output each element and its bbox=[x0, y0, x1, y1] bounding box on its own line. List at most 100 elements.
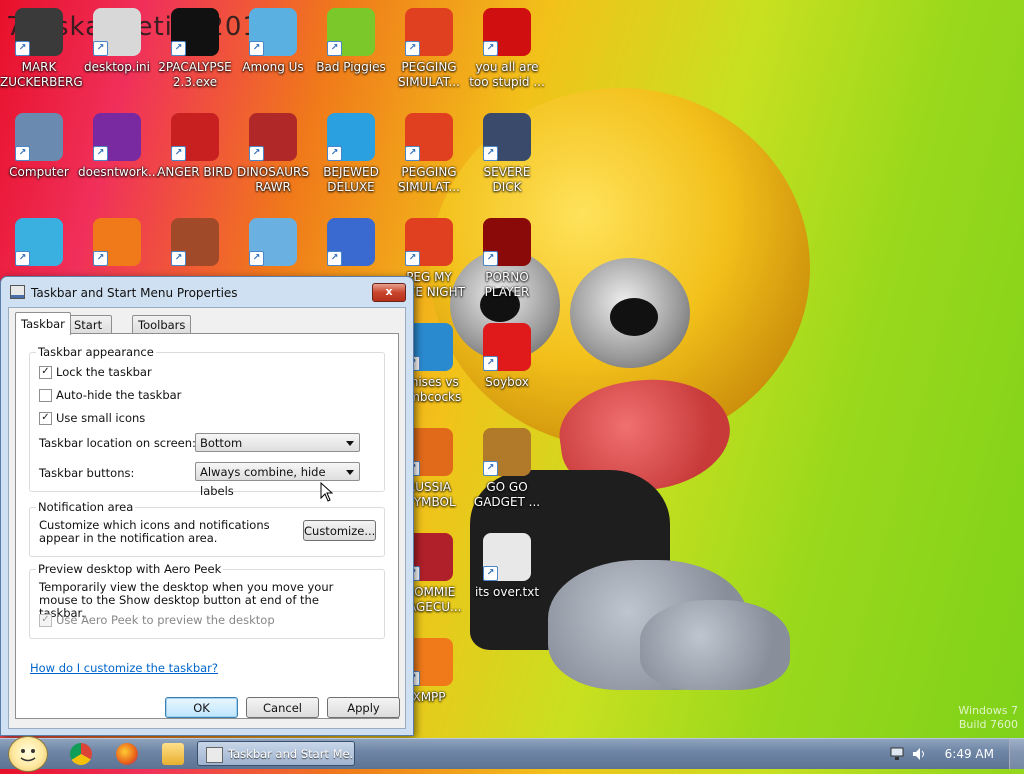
apply-button[interactable]: Apply bbox=[327, 697, 400, 718]
text-file-icon: ↗ bbox=[483, 533, 531, 581]
shortcut-arrow-icon: ↗ bbox=[405, 146, 420, 161]
desktop-icon[interactable]: ↗ bbox=[234, 218, 312, 270]
shortcut-arrow-icon: ↗ bbox=[249, 41, 264, 56]
chrome-icon[interactable] bbox=[70, 743, 92, 765]
gem-icon: ↗ bbox=[327, 113, 375, 161]
tab-toolbars[interactable]: Toolbars bbox=[132, 315, 192, 334]
desktop-icon[interactable]: ↗ BEJEWED DELUXE bbox=[312, 113, 390, 195]
shortcut-arrow-icon: ↗ bbox=[483, 146, 498, 161]
desktop-icon-label: you all are too stupid ... bbox=[469, 60, 545, 89]
desktop-icon[interactable]: ↗ bbox=[78, 218, 156, 270]
start-button[interactable] bbox=[8, 736, 48, 772]
folder-icon[interactable] bbox=[162, 743, 184, 765]
angry-bird-icon: ↗ bbox=[171, 113, 219, 161]
desktop-icon[interactable]: ↗ Among Us bbox=[234, 8, 312, 75]
yahoo-icon: ↗ bbox=[93, 113, 141, 161]
clock[interactable]: 6:49 AM bbox=[945, 747, 994, 761]
shortcut-arrow-icon: ↗ bbox=[483, 461, 498, 476]
desktop-icon[interactable]: ↗ ANGER BIRD bbox=[156, 113, 234, 180]
settings-file-icon: ↗ bbox=[93, 8, 141, 56]
network-icon[interactable] bbox=[890, 747, 904, 761]
desktop-icon-label: SEVERE DICK bbox=[483, 165, 531, 194]
desktop-icon[interactable]: ↗ Bad Piggies bbox=[312, 8, 390, 75]
smiley-shoe-right bbox=[640, 600, 790, 690]
taskbar-properties-icon bbox=[10, 285, 25, 299]
desktop-icon[interactable]: ↗ DINOSAURS RAWR bbox=[234, 113, 312, 195]
taskbar-properties-icon bbox=[206, 747, 223, 763]
firefox-icon: ↗ bbox=[93, 218, 141, 266]
lock-taskbar-row[interactable]: ✓ Lock the taskbar bbox=[39, 365, 152, 379]
shortcut-arrow-icon: ↗ bbox=[171, 146, 186, 161]
desktop-icon[interactable]: ↗ doesntwork... bbox=[78, 113, 159, 180]
peggle-icon: ↗ bbox=[405, 113, 453, 161]
task-label: Taskbar and Start Me... bbox=[228, 747, 355, 761]
soybox-icon: ↗ bbox=[483, 323, 531, 371]
desktop-icon-label: its over.txt bbox=[474, 585, 540, 599]
shortcut-arrow-icon: ↗ bbox=[405, 251, 420, 266]
mouse-cursor-icon bbox=[320, 482, 334, 502]
shortcut-arrow-icon: ↗ bbox=[405, 41, 420, 56]
shortcut-arrow-icon: ↗ bbox=[327, 41, 342, 56]
desktop-icon[interactable]: ↗ SEVERE DICK bbox=[468, 113, 546, 195]
tab-start-menu[interactable]: Start Menu bbox=[68, 315, 112, 350]
group-label: Notification area bbox=[36, 500, 136, 514]
autohide-taskbar-row[interactable]: Auto-hide the taskbar bbox=[39, 388, 181, 402]
desktop-icon[interactable]: ↗ PEGGING SIMULAT... bbox=[390, 113, 468, 195]
firefox-icon[interactable] bbox=[116, 743, 138, 765]
desktop-icon[interactable]: ↗ bbox=[0, 218, 78, 270]
dialog-client-area: Taskbar Start Menu Toolbars Taskbar appe… bbox=[8, 307, 406, 729]
person-icon: ↗ bbox=[15, 8, 63, 56]
computer-icon: ↗ bbox=[15, 113, 63, 161]
shortcut-arrow-icon: ↗ bbox=[93, 41, 108, 56]
shortcut-arrow-icon: ↗ bbox=[93, 251, 108, 266]
windows-watermark: Windows 7 Build 7600 bbox=[958, 704, 1018, 731]
sd-icon: ↗ bbox=[483, 113, 531, 161]
lock-taskbar-checkbox[interactable]: ✓ bbox=[39, 365, 52, 379]
show-desktop-button[interactable] bbox=[1009, 739, 1024, 769]
desktop-icon[interactable]: ↗ its over.txt bbox=[468, 533, 546, 600]
taskbar-location-value: Bottom bbox=[200, 436, 243, 450]
desktop-icon[interactable]: ↗ MARK ZUCKERBERG bbox=[0, 8, 83, 90]
desktop-icon[interactable]: ↗ Computer bbox=[0, 113, 78, 180]
desktop-icon-label: 2PACALYPSE 2.3.exe bbox=[158, 60, 232, 89]
devcpp-icon: ↗ bbox=[483, 8, 531, 56]
help-link[interactable]: How do I customize the taskbar? bbox=[30, 661, 218, 675]
desktop-icon-label: Computer bbox=[9, 165, 69, 179]
lock-taskbar-label: Lock the taskbar bbox=[56, 365, 152, 379]
desktop-icon[interactable]: ↗ PORNO PLAYER bbox=[468, 218, 546, 300]
desktop-icon[interactable]: ↗ Soybox bbox=[468, 323, 546, 390]
close-button[interactable]: x bbox=[372, 283, 406, 302]
customize-button[interactable]: Customize... bbox=[303, 520, 376, 541]
dialog-title: Taskbar and Start Menu Properties bbox=[31, 286, 238, 300]
group-label: Taskbar appearance bbox=[36, 345, 156, 359]
ok-button[interactable]: OK bbox=[165, 697, 238, 718]
dialog-titlebar[interactable]: Taskbar and Start Menu Properties x bbox=[1, 277, 413, 307]
taskbar-location-select[interactable]: Bottom bbox=[195, 433, 360, 452]
desktop-icon-label: PORNO PLAYER bbox=[484, 270, 530, 299]
desktop-icon[interactable]: ↗ you all are too stupid ... bbox=[468, 8, 546, 90]
desktop-icon[interactable]: ↗ bbox=[156, 218, 234, 270]
cancel-button[interactable]: Cancel bbox=[246, 697, 319, 718]
taskbar-properties-dialog: Taskbar and Start Menu Properties x Task… bbox=[0, 276, 414, 736]
desktop-icon[interactable]: ↗ PEGGING SIMULAT... bbox=[390, 8, 468, 90]
taskbar-buttons-select[interactable]: Always combine, hide labels bbox=[195, 462, 360, 498]
desktop-icon-label: PEGGING SIMULAT... bbox=[398, 60, 460, 89]
taskbar-task-properties[interactable]: Taskbar and Start Me... bbox=[197, 741, 355, 766]
shortcut-arrow-icon: ↗ bbox=[327, 251, 342, 266]
game-icon: ↗ bbox=[249, 8, 297, 56]
small-icons-label: Use small icons bbox=[56, 411, 146, 425]
system-tray: 6:49 AM bbox=[884, 739, 1024, 769]
desktop-icon[interactable]: ↗ 2PACALYPSE 2.3.exe bbox=[156, 8, 234, 90]
desktop-icon[interactable]: ↗ GO GO GADGET ... bbox=[468, 428, 546, 510]
shortcut-arrow-icon: ↗ bbox=[249, 251, 264, 266]
small-icons-row[interactable]: ✓ Use small icons bbox=[39, 411, 145, 425]
autohide-taskbar-checkbox[interactable] bbox=[39, 388, 52, 402]
shortcut-arrow-icon: ↗ bbox=[171, 251, 186, 266]
tab-taskbar[interactable]: Taskbar bbox=[15, 312, 71, 335]
desktop-icon[interactable]: ↗ desktop.ini bbox=[78, 8, 156, 75]
desktop-icon[interactable]: ↗ bbox=[312, 218, 390, 270]
volume-icon[interactable] bbox=[912, 747, 926, 761]
small-icons-checkbox[interactable]: ✓ bbox=[39, 411, 52, 425]
peggle-icon: ↗ bbox=[405, 218, 453, 266]
group-label: Preview desktop with Aero Peek bbox=[36, 562, 224, 576]
